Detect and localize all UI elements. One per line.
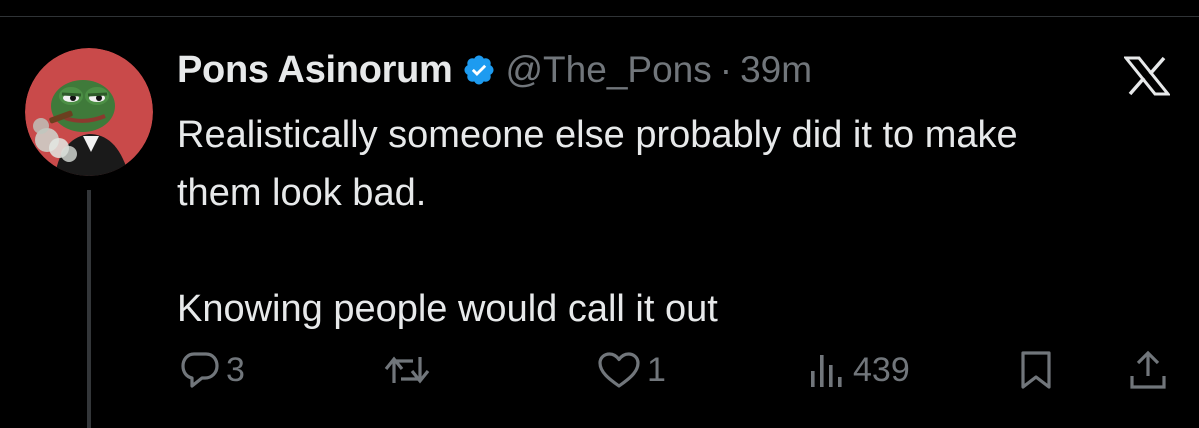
bookmark-icon — [1018, 350, 1054, 390]
views-button[interactable]: 439 — [807, 350, 910, 390]
x-logo-icon — [1122, 56, 1172, 96]
share-button[interactable] — [1128, 350, 1168, 390]
bookmark-button[interactable] — [1018, 350, 1054, 390]
views-icon — [807, 351, 847, 389]
like-count: 1 — [647, 350, 666, 389]
reply-icon — [180, 351, 220, 389]
reply-button[interactable]: 3 — [180, 350, 245, 390]
repost-icon — [383, 351, 431, 389]
tweet-header: Pons Asinorum @The_Pons · 39m — [177, 44, 812, 96]
views-count: 439 — [853, 350, 910, 389]
avatar[interactable] — [25, 48, 153, 176]
user-handle[interactable]: @The_Pons — [506, 49, 712, 91]
top-divider — [0, 16, 1199, 17]
verified-badge-icon[interactable] — [462, 53, 496, 87]
like-button[interactable]: 1 — [597, 350, 666, 390]
display-name[interactable]: Pons Asinorum — [177, 49, 453, 92]
repost-button[interactable] — [383, 350, 437, 390]
timestamp[interactable]: 39m — [740, 49, 812, 91]
thread-line — [87, 190, 91, 428]
share-icon — [1128, 350, 1168, 390]
avatar-image — [25, 48, 153, 176]
tweet-text: Realistically someone else probably did … — [177, 114, 1018, 330]
separator-dot: · — [719, 49, 733, 90]
heart-icon — [597, 351, 641, 389]
reply-count: 3 — [226, 350, 245, 389]
